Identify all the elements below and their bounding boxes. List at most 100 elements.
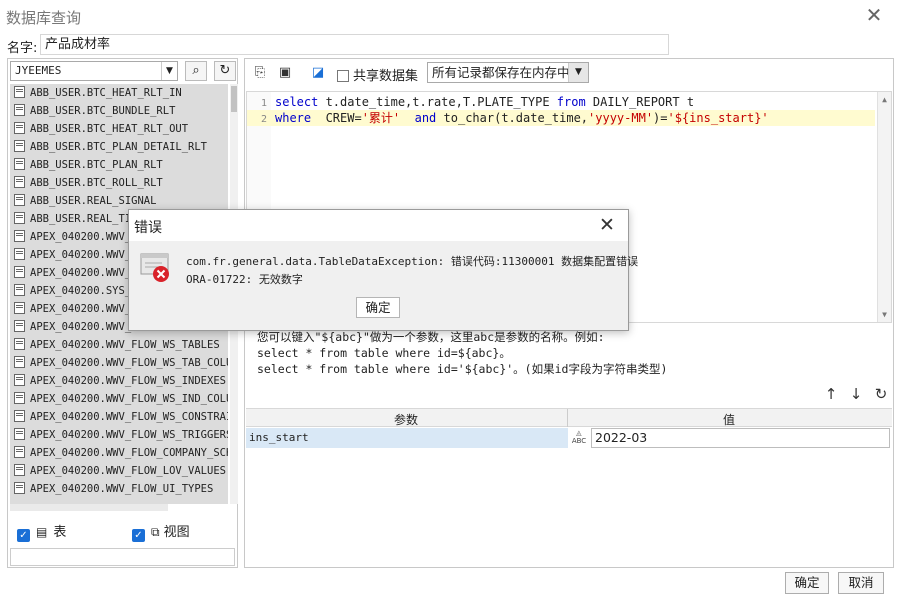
- table-name: APEX_040200.WWV_F: [30, 231, 138, 243]
- error-dialog-body: com.fr.general.data.TableDataException: …: [129, 241, 638, 330]
- error-dialog-title: 错误: [134, 220, 162, 236]
- table-name: APEX_040200.WWV_FLOW_LOV_VALUES: [30, 465, 226, 477]
- table-list-item[interactable]: ABB_USER.BTC_HEAT_RLT_IN: [10, 84, 228, 102]
- editor-vertical-scrollbar[interactable]: ▲ ▼: [877, 92, 891, 322]
- table-icon: [14, 410, 25, 422]
- checkbox-checked-icon[interactable]: ✓: [132, 529, 145, 542]
- table-name: ABB_USER.BTC_BUNDLE_RLT: [30, 105, 176, 117]
- error-dialog: 错误 ✕ com.fr.general.data.TableDataExcept…: [128, 209, 638, 331]
- sql-string: '累计': [361, 111, 401, 125]
- table-type-icon: ▤: [36, 525, 48, 539]
- table-list-item[interactable]: ABB_USER.BTC_PLAN_DETAIL_RLT: [10, 138, 228, 156]
- query-toolbar: ⎘ ▣ ◪ 共享数据集 所有记录都保存在内存中 ▼: [245, 59, 893, 87]
- scroll-up-icon[interactable]: ▲: [878, 93, 891, 106]
- sql-line-1: 1 select t.date_time,t.rate,T.PLATE_TYPE …: [247, 94, 875, 110]
- move-up-icon[interactable]: ↑: [822, 385, 840, 403]
- table-name: ABB_USER.REAL_TI: [30, 213, 132, 225]
- filter-view-toggle[interactable]: ✓ ⧉ 视图: [132, 522, 190, 542]
- table-list-item[interactable]: APEX_040200.WWV_FLOW_UI_TYPES: [10, 480, 228, 498]
- table-icon: [14, 194, 25, 206]
- scrollbar-thumb[interactable]: [231, 86, 237, 112]
- window-title: 数据库查询: [6, 9, 82, 27]
- memory-mode-select[interactable]: 所有记录都保存在内存中 ▼: [427, 62, 589, 83]
- schema-select[interactable]: JYEEMES ▼: [10, 61, 178, 81]
- param-icon[interactable]: ◪: [309, 64, 327, 82]
- table-icon: [14, 464, 25, 476]
- search-table-button[interactable]: ⌕: [185, 61, 207, 81]
- sql-string: '${ins_start}': [667, 111, 769, 125]
- table-list-horizontal-scrollbar[interactable]: [10, 504, 168, 511]
- help-line-3: select * from table where id='${abc}'。(如…: [257, 362, 668, 376]
- table-list-item[interactable]: APEX_040200.WWV_FLOW_WS_IND_COLUM: [10, 390, 228, 408]
- help-line-2: select * from table where id=${abc}。: [257, 346, 511, 360]
- sql-keyword: where: [275, 111, 312, 125]
- title-bar: 数据库查询 ✕: [0, 0, 900, 32]
- chevron-down-icon[interactable]: ▼: [568, 63, 588, 82]
- table-name: APEX_040200.SYS_I: [30, 285, 138, 297]
- table-icon: [14, 230, 25, 242]
- refresh-icon: ↻: [219, 63, 231, 78]
- table-list-item[interactable]: APEX_040200.WWV_FLOW_WS_TABLES: [10, 336, 228, 354]
- window-close-icon[interactable]: ✕: [862, 4, 886, 28]
- string-type-icon[interactable]: ◬ ABC: [570, 429, 588, 447]
- error-close-icon[interactable]: ✕: [596, 213, 618, 237]
- view-type-icon: ⧉: [151, 525, 160, 539]
- filter-table-toggle[interactable]: ✓ ▤ 表: [17, 522, 66, 542]
- memory-mode-value: 所有记录都保存在内存中: [432, 65, 570, 80]
- refresh-params-icon[interactable]: ↻: [872, 385, 890, 403]
- sql-text: to_char(t.date_time,: [436, 111, 589, 125]
- table-name: APEX_040200.WWV_FLOW_WS_INDEXES: [30, 375, 226, 387]
- table-icon: [14, 176, 25, 188]
- table-icon: [14, 320, 25, 332]
- table-name: ABB_USER.BTC_HEAT_RLT_IN: [30, 87, 182, 99]
- table-list-item[interactable]: ABB_USER.REAL_SIGNAL: [10, 192, 228, 210]
- save-icon[interactable]: ▣: [276, 64, 294, 82]
- error-ok-button[interactable]: 确定: [356, 297, 400, 318]
- table-icon: [14, 428, 25, 440]
- parameter-value-input[interactable]: 2022-03: [591, 428, 890, 448]
- table-icon: [14, 104, 25, 116]
- sql-text: t.date_time,t.rate,T.PLATE_TYPE: [318, 95, 557, 109]
- table-row[interactable]: ins_start ◬ ABC 2022-03: [246, 428, 892, 448]
- name-label: 名字:: [7, 41, 38, 56]
- table-list-item[interactable]: APEX_040200.WWV_FLOW_COMPANY_SCHE: [10, 444, 228, 462]
- checkbox-unchecked-icon[interactable]: [337, 70, 349, 82]
- refresh-tables-button[interactable]: ↻: [214, 61, 236, 81]
- cancel-button[interactable]: 取消: [838, 572, 884, 594]
- ok-button[interactable]: 确定: [785, 572, 829, 594]
- checkbox-checked-icon[interactable]: ✓: [17, 529, 30, 542]
- filter-view-label: 视图: [163, 525, 190, 540]
- table-icon: [14, 338, 25, 350]
- table-list-item[interactable]: APEX_040200.WWV_FLOW_WS_TRIGGERS: [10, 426, 228, 444]
- sql-string: 'yyyy-MM': [588, 111, 654, 125]
- table-icon: [14, 356, 25, 368]
- scroll-down-icon[interactable]: ▼: [878, 308, 891, 321]
- find-icon: ⌕: [192, 63, 200, 78]
- chevron-down-icon[interactable]: ▼: [161, 62, 177, 80]
- share-dataset-checkbox[interactable]: 共享数据集: [337, 65, 418, 84]
- preview-icon[interactable]: ⎘: [251, 64, 269, 82]
- name-input[interactable]: 产品成材率: [40, 34, 669, 55]
- move-down-icon[interactable]: ↓: [847, 385, 865, 403]
- table-icon: [14, 374, 25, 386]
- table-list-item[interactable]: ABB_USER.BTC_ROLL_RLT: [10, 174, 228, 192]
- table-list-item[interactable]: APEX_040200.WWV_FLOW_WS_INDEXES: [10, 372, 228, 390]
- table-search-input[interactable]: [10, 548, 235, 566]
- table-name: ABB_USER.BTC_PLAN_RLT: [30, 159, 163, 171]
- column-header-value: 值: [723, 413, 736, 427]
- table-name: APEX_040200.WWV_FLOW_WS_TAB_COLUM: [30, 357, 228, 369]
- table-list-item[interactable]: APEX_040200.WWV_FLOW_LOV_VALUES: [10, 462, 228, 480]
- table-name: APEX_040200.WWV_C: [30, 321, 138, 333]
- parameter-name-cell[interactable]: ins_start: [246, 428, 568, 448]
- table-list-item[interactable]: ABB_USER.BTC_BUNDLE_RLT: [10, 102, 228, 120]
- table-name: APEX_040200.WWV_FLOW_COMPANY_SCHE: [30, 447, 228, 459]
- table-list-item[interactable]: ABB_USER.BTC_HEAT_RLT_OUT: [10, 120, 228, 138]
- sql-keyword: from: [556, 95, 586, 109]
- parameter-table: 参数 值 ins_start ◬ ABC 2022-03: [246, 408, 892, 450]
- table-icon: [14, 392, 25, 404]
- sql-text: CREW=: [311, 111, 362, 125]
- table-list-item[interactable]: APEX_040200.WWV_FLOW_WS_TAB_COLUM: [10, 354, 228, 372]
- table-list-item[interactable]: APEX_040200.WWV_FLOW_WS_CONSTRAIN: [10, 408, 228, 426]
- table-list-item[interactable]: ABB_USER.BTC_PLAN_RLT: [10, 156, 228, 174]
